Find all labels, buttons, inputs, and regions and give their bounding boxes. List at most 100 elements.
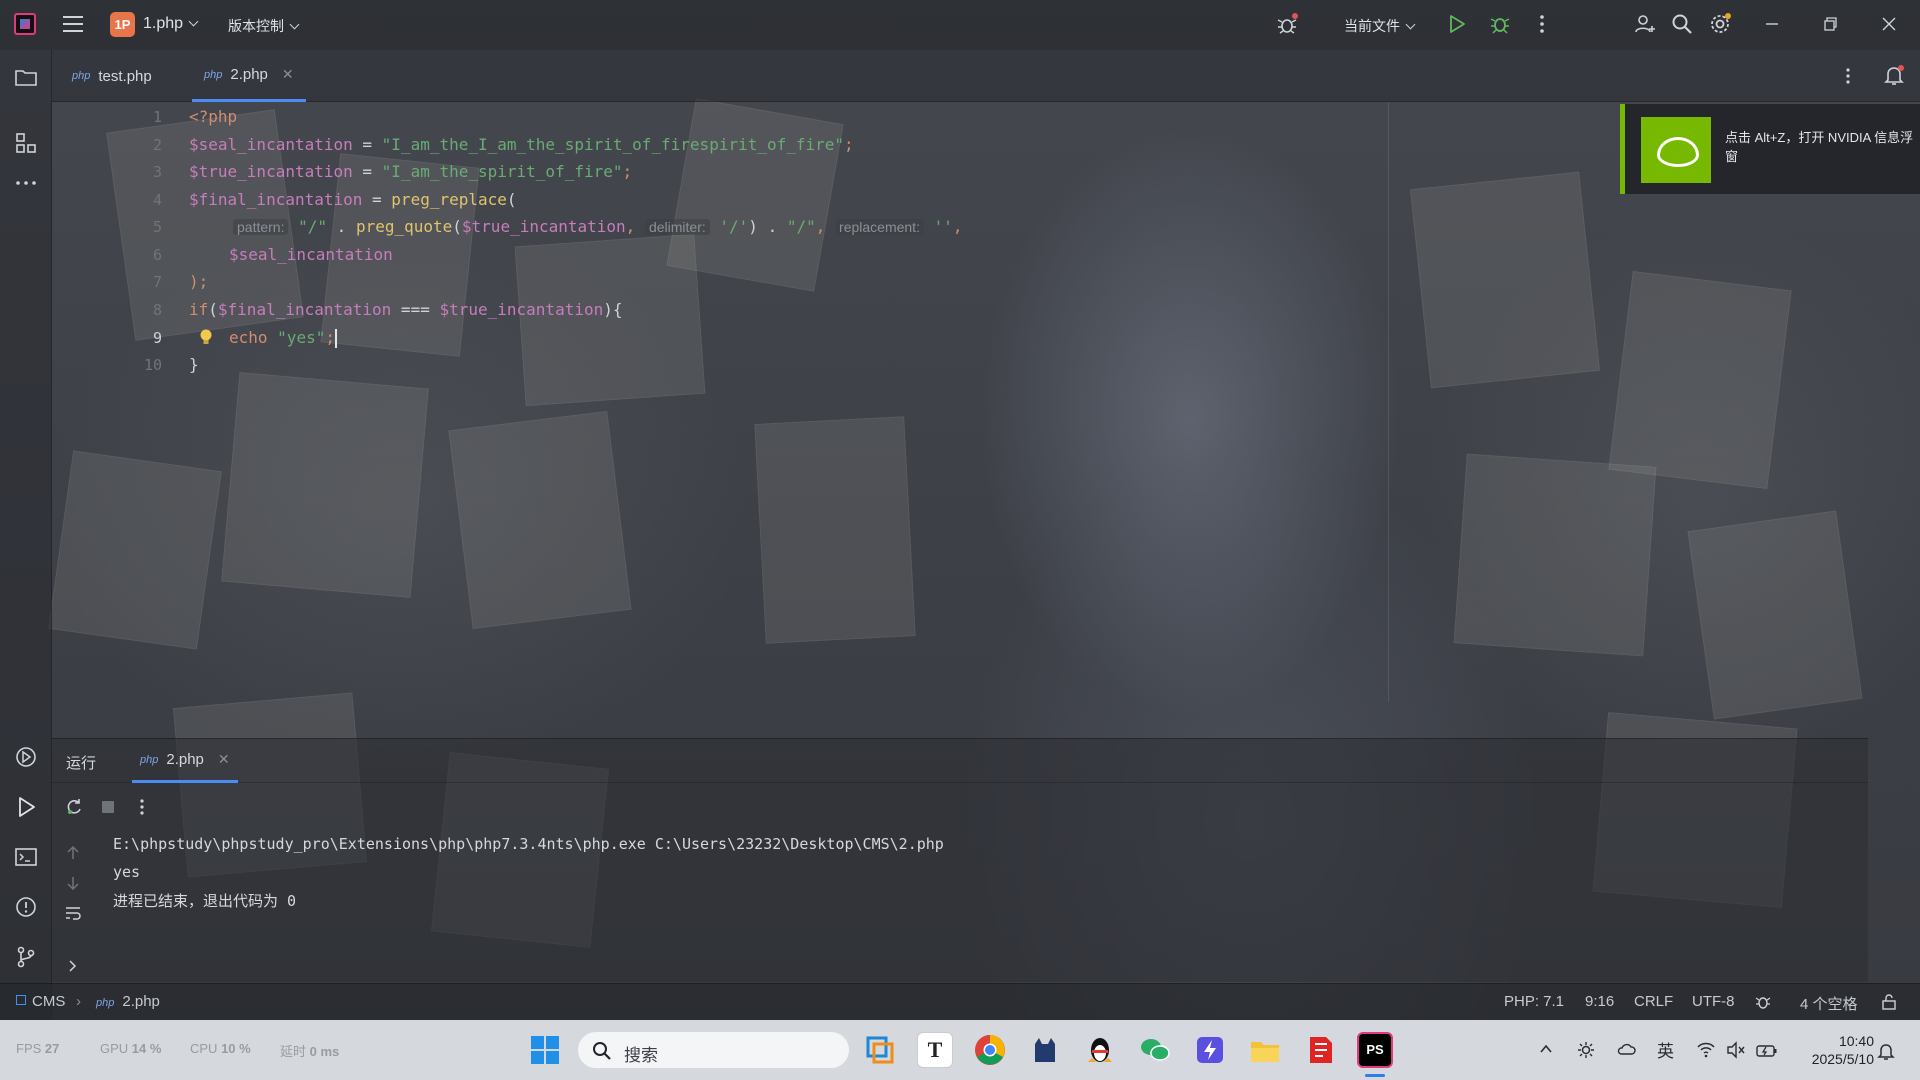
token-php-open: <?php — [189, 107, 238, 126]
main-menu-button[interactable] — [63, 16, 83, 32]
brightness-icon[interactable] — [1577, 1041, 1595, 1059]
run-tab-2-php[interactable]: php 2.php ✕ — [132, 739, 238, 783]
onedrive-cloud-icon[interactable] — [1616, 1041, 1636, 1057]
burp-cat-app-icon[interactable] — [1027, 1032, 1063, 1068]
token-comma: , — [625, 217, 636, 236]
notifications-bell-icon[interactable] — [1882, 63, 1906, 87]
php-version-widget[interactable]: PHP: 7.1 — [1504, 993, 1564, 1010]
volume-muted-icon[interactable] — [1726, 1041, 1746, 1059]
code-editor[interactable]: 1 2 3 4 5 6 7 8 9 10 <?php $seal_incanta… — [52, 102, 1868, 735]
line-number: 4 — [152, 191, 162, 209]
token-string: "I_am_the_spirit_of_fire" — [381, 162, 623, 181]
token-brace: } — [189, 355, 199, 374]
param-hint-pattern: pattern: — [233, 219, 289, 235]
wechat-app-icon[interactable] — [1137, 1032, 1173, 1068]
lightning-app-icon[interactable] — [1192, 1032, 1228, 1068]
code-line-7: ); — [189, 272, 208, 291]
perf-gpu-label: GPU — [100, 1041, 129, 1056]
line-number: 5 — [152, 218, 162, 236]
rerun-icon[interactable] — [64, 797, 84, 817]
services-icon[interactable] — [13, 744, 39, 770]
scroll-up-icon[interactable] — [64, 844, 82, 862]
breadcrumb-separator-icon: › — [76, 993, 81, 1010]
close-window-icon[interactable] — [1877, 12, 1901, 36]
typora-app-icon[interactable]: T — [917, 1032, 953, 1068]
problems-icon[interactable] — [13, 894, 39, 920]
stop-icon[interactable] — [98, 797, 118, 817]
close-run-tab-icon[interactable]: ✕ — [218, 751, 230, 768]
run-tool-window: 运行 php 2.php ✕ E:\phpstudy\phpstudy_pro\… — [52, 738, 1868, 982]
terminal-icon[interactable] — [13, 844, 39, 870]
code-line-1: <?php — [189, 107, 237, 126]
scroll-down-icon[interactable] — [64, 874, 82, 892]
vmware-app-icon[interactable] — [862, 1032, 898, 1068]
line-number: 10 — [143, 356, 162, 374]
breadcrumb-file[interactable]: php 2.php — [96, 993, 160, 1010]
more-actions-icon[interactable] — [1530, 12, 1554, 36]
soft-wrap-icon[interactable] — [64, 904, 82, 922]
code-line-4: $final_incantation = preg_replace( — [189, 190, 517, 209]
line-number: 3 — [152, 163, 162, 181]
minimize-icon[interactable] — [1760, 12, 1784, 36]
token-semi: ; — [325, 328, 335, 347]
token-paren: ( — [452, 217, 462, 236]
debug-icon[interactable] — [1488, 12, 1512, 36]
tab-2-php[interactable]: php 2.php ✕ — [192, 50, 306, 102]
run-configuration-selector[interactable]: 当前文件 — [1344, 16, 1416, 36]
line-number: 1 — [152, 108, 162, 126]
search-icon[interactable] — [1670, 12, 1694, 36]
lightbulb-intention-icon[interactable] — [199, 328, 213, 348]
token-string: "I_am_the_I_am_the_spirit_of_firespirit_… — [381, 135, 845, 154]
token-paren: ) — [748, 217, 758, 236]
red-app-icon[interactable] — [1302, 1032, 1338, 1068]
project-badge[interactable]: 1P — [110, 12, 135, 37]
qq-penguin-app-icon[interactable] — [1082, 1032, 1118, 1068]
tab-options-icon[interactable] — [1838, 66, 1858, 86]
nvidia-overlay-toast[interactable]: 点击 Alt+Z，打开 NVIDIA 信息浮窗 — [1620, 104, 1920, 194]
file-explorer-icon[interactable] — [1247, 1032, 1283, 1068]
add-user-icon[interactable] — [1633, 12, 1657, 36]
phpstorm-logo-icon[interactable] — [14, 13, 36, 35]
run-panel-title: 运行 — [66, 755, 97, 772]
token-function: preg_replace — [391, 190, 507, 209]
tab-test-php[interactable]: php test.php — [66, 50, 158, 102]
show-hidden-icons-chevron-icon[interactable] — [1538, 1041, 1554, 1057]
inspection-bug-icon[interactable] — [1754, 993, 1772, 1011]
token-semi: ; — [622, 162, 633, 181]
more-tools-icon[interactable] — [13, 170, 39, 196]
readonly-lock-icon[interactable] — [1880, 993, 1898, 1011]
restore-icon[interactable] — [1818, 12, 1842, 36]
notification-bell-icon[interactable] — [1876, 1041, 1896, 1061]
taskbar-clock[interactable]: 10:40 2025/5/10 — [1796, 1032, 1874, 1068]
run-tool-icon[interactable] — [13, 794, 39, 820]
perf-gpu: GPU 14 % — [100, 1041, 161, 1056]
token-keyword: if — [189, 300, 209, 319]
breadcrumb-project[interactable]: CMS — [16, 993, 65, 1010]
phpstorm-app-icon[interactable]: PS — [1357, 1032, 1393, 1068]
ime-language-indicator[interactable]: 英 — [1657, 1037, 1674, 1062]
console-output-line: yes — [113, 863, 141, 881]
vcs-menu[interactable]: 版本控制 — [228, 16, 300, 36]
encoding-widget[interactable]: UTF-8 — [1692, 993, 1735, 1010]
battery-charging-icon[interactable] — [1756, 1041, 1778, 1059]
project-folder-icon[interactable] — [13, 64, 39, 90]
close-tab-icon[interactable]: ✕ — [282, 66, 294, 83]
taskbar-search-input[interactable]: 搜索 — [577, 1031, 850, 1069]
line-number: 8 — [152, 301, 162, 319]
debug-bug-icon[interactable] — [1275, 12, 1299, 36]
run-more-icon[interactable] — [132, 797, 152, 817]
project-selector[interactable]: 1.php — [143, 15, 199, 33]
line-ending-widget[interactable]: CRLF — [1634, 993, 1673, 1010]
windows-start-icon[interactable] — [527, 1032, 563, 1068]
git-branch-icon[interactable] — [13, 944, 39, 970]
expand-chevron-icon[interactable] — [64, 957, 82, 975]
token-paren: ( — [208, 300, 218, 319]
cursor-position-widget[interactable]: 9:16 — [1585, 993, 1614, 1010]
settings-gear-icon[interactable] — [1708, 12, 1732, 36]
structure-icon[interactable] — [13, 130, 39, 156]
wifi-icon[interactable] — [1696, 1041, 1716, 1059]
indent-widget[interactable]: 4 个空格 — [1800, 993, 1858, 1014]
run-icon[interactable] — [1445, 12, 1469, 36]
chrome-app-icon[interactable] — [972, 1032, 1008, 1068]
token-op: = — [352, 162, 382, 181]
